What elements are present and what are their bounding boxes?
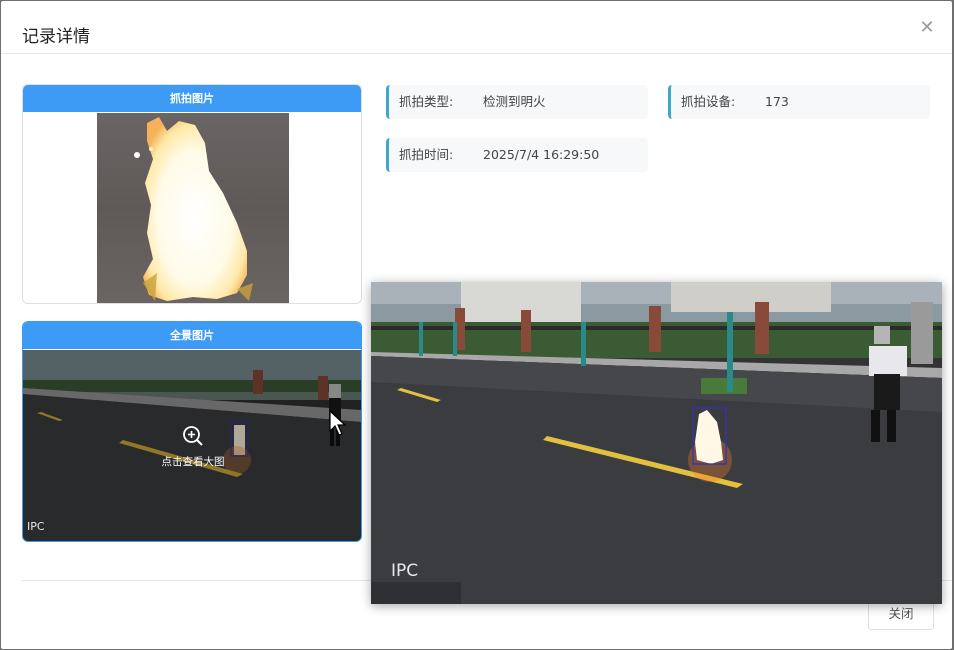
zoom-in-icon[interactable]: [182, 425, 204, 447]
capture-type-field: 抓拍类型: 检测到明火: [386, 85, 648, 119]
capture-type-label: 抓拍类型:: [399, 94, 454, 109]
capture-time-field: 抓拍时间: 2025/7/4 16:29:50: [386, 138, 648, 172]
capture-time-label: 抓拍时间:: [399, 147, 454, 162]
panorama-image[interactable]: 点击查看大图 IPC: [23, 350, 361, 541]
panorama-watermark: IPC: [27, 520, 45, 533]
capture-device-field: 抓拍设备: 173: [668, 85, 930, 119]
image-preview-popup[interactable]: IPC: [371, 282, 942, 604]
capture-type-value: 检测到明火: [483, 94, 546, 109]
close-icon[interactable]: ✕: [918, 19, 936, 37]
preview-watermark: IPC: [391, 561, 419, 581]
panorama-image-title: 全景图片: [23, 322, 361, 349]
capture-image-card: 抓拍图片: [22, 84, 362, 304]
capture-device-label: 抓拍设备:: [681, 94, 736, 109]
panorama-image-card[interactable]: 全景图片 点击查看大图 IPC: [22, 321, 362, 542]
zoom-hint-text: 点击查看大图: [161, 456, 225, 468]
capture-image-title: 抓拍图片: [23, 85, 361, 112]
capture-image[interactable]: [97, 113, 289, 303]
dialog-header: 记录详情 ✕: [1, 1, 952, 54]
mouse-cursor-icon: [329, 410, 347, 436]
dialog-title: 记录详情: [22, 27, 90, 47]
capture-time-value: 2025/7/4 16:29:50: [483, 147, 600, 162]
capture-device-value: 173: [765, 94, 789, 109]
